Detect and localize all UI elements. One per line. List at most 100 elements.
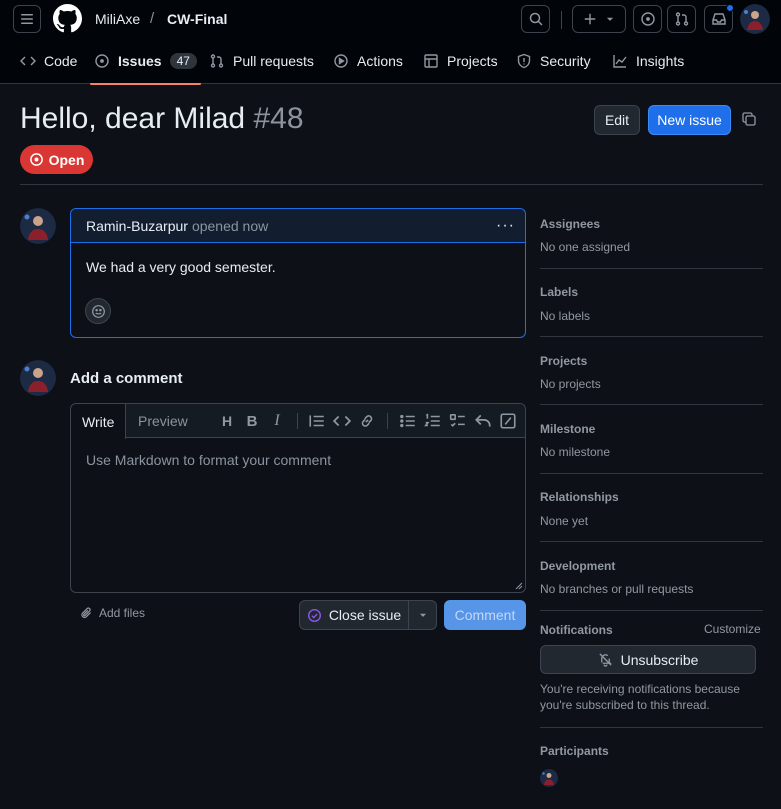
- add-comment-heading: Add a comment: [70, 370, 183, 387]
- toolbar-divider: [561, 11, 562, 29]
- ordered-list-icon[interactable]: [424, 412, 442, 430]
- issues-shortcut-button[interactable]: [633, 5, 662, 33]
- tab-insights[interactable]: Insights: [612, 38, 684, 84]
- development-value: No branches or pull requests: [540, 582, 694, 596]
- code-icon[interactable]: [333, 412, 351, 430]
- comment-header: Ramin-Buzarpur opened now: [71, 209, 525, 243]
- tab-pull-requests[interactable]: Pull requests: [209, 38, 314, 84]
- add-reaction-button[interactable]: [85, 298, 111, 324]
- issue-comment: Ramin-Buzarpur opened now ··· We had a v…: [70, 208, 526, 338]
- notifications-heading: Notifications: [540, 623, 613, 637]
- sidebar-divider: [540, 336, 763, 337]
- sidebar-divider: [540, 610, 763, 611]
- add-files-label: Add files: [99, 606, 146, 620]
- breadcrumb-repo[interactable]: CW-Final: [167, 11, 227, 27]
- issue-opened-icon: [95, 54, 109, 68]
- customize-link[interactable]: Customize: [704, 622, 761, 636]
- heading-icon[interactable]: H: [218, 412, 236, 430]
- shield-icon: [517, 53, 531, 69]
- comment-author[interactable]: Ramin-Buzarpur: [86, 218, 188, 234]
- user-avatar[interactable]: [740, 4, 770, 34]
- app-header: MiliAxe / CW-Final Code Issues 47 Pull r…: [0, 0, 781, 85]
- unsubscribe-button[interactable]: Unsubscribe: [540, 645, 756, 674]
- labels-value: No labels: [540, 309, 591, 323]
- breadcrumb-owner[interactable]: MiliAxe: [95, 11, 140, 27]
- reply-icon[interactable]: [474, 412, 492, 430]
- status-label: Open: [48, 151, 85, 168]
- participants-heading: Participants: [540, 744, 609, 758]
- slash-command-icon[interactable]: [499, 412, 517, 430]
- pull-request-icon: [210, 54, 224, 68]
- repo-tabs: Code Issues 47 Pull requests Actions Pro…: [0, 38, 781, 85]
- task-list-icon[interactable]: [449, 412, 467, 430]
- sidebar-divider: [540, 268, 763, 269]
- chevron-down-icon: [419, 613, 426, 617]
- milestone-value: No milestone: [540, 445, 611, 459]
- tab-actions-label: Actions: [357, 53, 403, 69]
- issue-number: #48: [253, 102, 304, 135]
- page-title: Hello, dear Milad #48: [20, 102, 304, 136]
- comment-textarea[interactable]: Use Markdown to format your comment: [86, 452, 331, 468]
- bold-icon[interactable]: B: [243, 412, 261, 430]
- create-new-button[interactable]: [572, 5, 626, 33]
- new-issue-button[interactable]: New issue: [648, 105, 731, 135]
- tab-write[interactable]: Write: [71, 404, 127, 439]
- milestone-heading[interactable]: Milestone: [540, 422, 595, 436]
- quote-icon[interactable]: [308, 412, 326, 430]
- tab-issues-label: Issues: [118, 53, 162, 69]
- comment-body: We had a very good semester.: [86, 259, 276, 275]
- tab-code-label: Code: [44, 53, 78, 69]
- tab-preview[interactable]: Preview: [127, 404, 199, 438]
- tab-code[interactable]: Code: [20, 38, 77, 84]
- assignees-heading[interactable]: Assignees: [540, 217, 600, 231]
- tab-security[interactable]: Security: [516, 38, 591, 84]
- github-logo-icon[interactable]: [53, 4, 82, 33]
- issue-opened-icon: [640, 12, 655, 26]
- breadcrumb-separator: /: [150, 10, 155, 27]
- comment-author-avatar[interactable]: [20, 208, 56, 244]
- pull-requests-shortcut-button[interactable]: [667, 5, 696, 33]
- composer-avatar[interactable]: [20, 360, 56, 396]
- tab-insights-label: Insights: [636, 53, 685, 69]
- labels-heading[interactable]: Labels: [540, 285, 578, 299]
- development-heading[interactable]: Development: [540, 559, 615, 573]
- unordered-list-icon[interactable]: [399, 412, 417, 430]
- resize-handle-icon[interactable]: [515, 582, 523, 590]
- tab-actions[interactable]: Actions: [333, 38, 403, 84]
- italic-icon[interactable]: I: [268, 412, 286, 430]
- sidebar-divider: [540, 541, 763, 542]
- tab-issues[interactable]: Issues 47: [90, 38, 201, 85]
- projects-heading[interactable]: Projects: [540, 354, 587, 368]
- tab-projects-label: Projects: [447, 53, 498, 69]
- issue-opened-icon: [29, 153, 43, 166]
- menu-icon: [21, 14, 33, 24]
- search-button[interactable]: [521, 5, 550, 33]
- unsubscribe-label: Unsubscribe: [620, 651, 699, 668]
- participant-avatar[interactable]: [540, 769, 558, 787]
- edit-button[interactable]: Edit: [594, 105, 640, 135]
- tab-projects[interactable]: Projects: [423, 38, 498, 84]
- inbox-icon: [711, 13, 726, 25]
- menu-button[interactable]: [13, 5, 41, 33]
- tab-security-label: Security: [540, 53, 591, 69]
- add-files-button[interactable]: Add files: [80, 606, 145, 620]
- copy-icon[interactable]: [741, 111, 757, 127]
- close-issue-button[interactable]: Close issue: [299, 600, 409, 630]
- graph-icon: [613, 55, 627, 68]
- top-bar: MiliAxe / CW-Final: [0, 0, 781, 38]
- relationships-value: None yet: [540, 514, 589, 528]
- kebab-icon[interactable]: ···: [496, 217, 515, 235]
- comment-button[interactable]: Comment: [444, 600, 526, 630]
- search-icon: [529, 12, 543, 26]
- assignees-value: No one assigned: [540, 240, 631, 254]
- toolbar-separator: [387, 413, 388, 429]
- toolbar-separator: [297, 413, 298, 429]
- sidebar-divider: [540, 727, 763, 728]
- comment-meta: opened now: [191, 217, 269, 234]
- link-icon[interactable]: [358, 412, 376, 430]
- close-issue-label: Close issue: [328, 607, 402, 623]
- bell-slash-icon: [598, 653, 612, 667]
- notification-dot: [726, 4, 734, 12]
- close-issue-options-button[interactable]: [408, 600, 437, 630]
- relationships-heading[interactable]: Relationships: [540, 490, 619, 504]
